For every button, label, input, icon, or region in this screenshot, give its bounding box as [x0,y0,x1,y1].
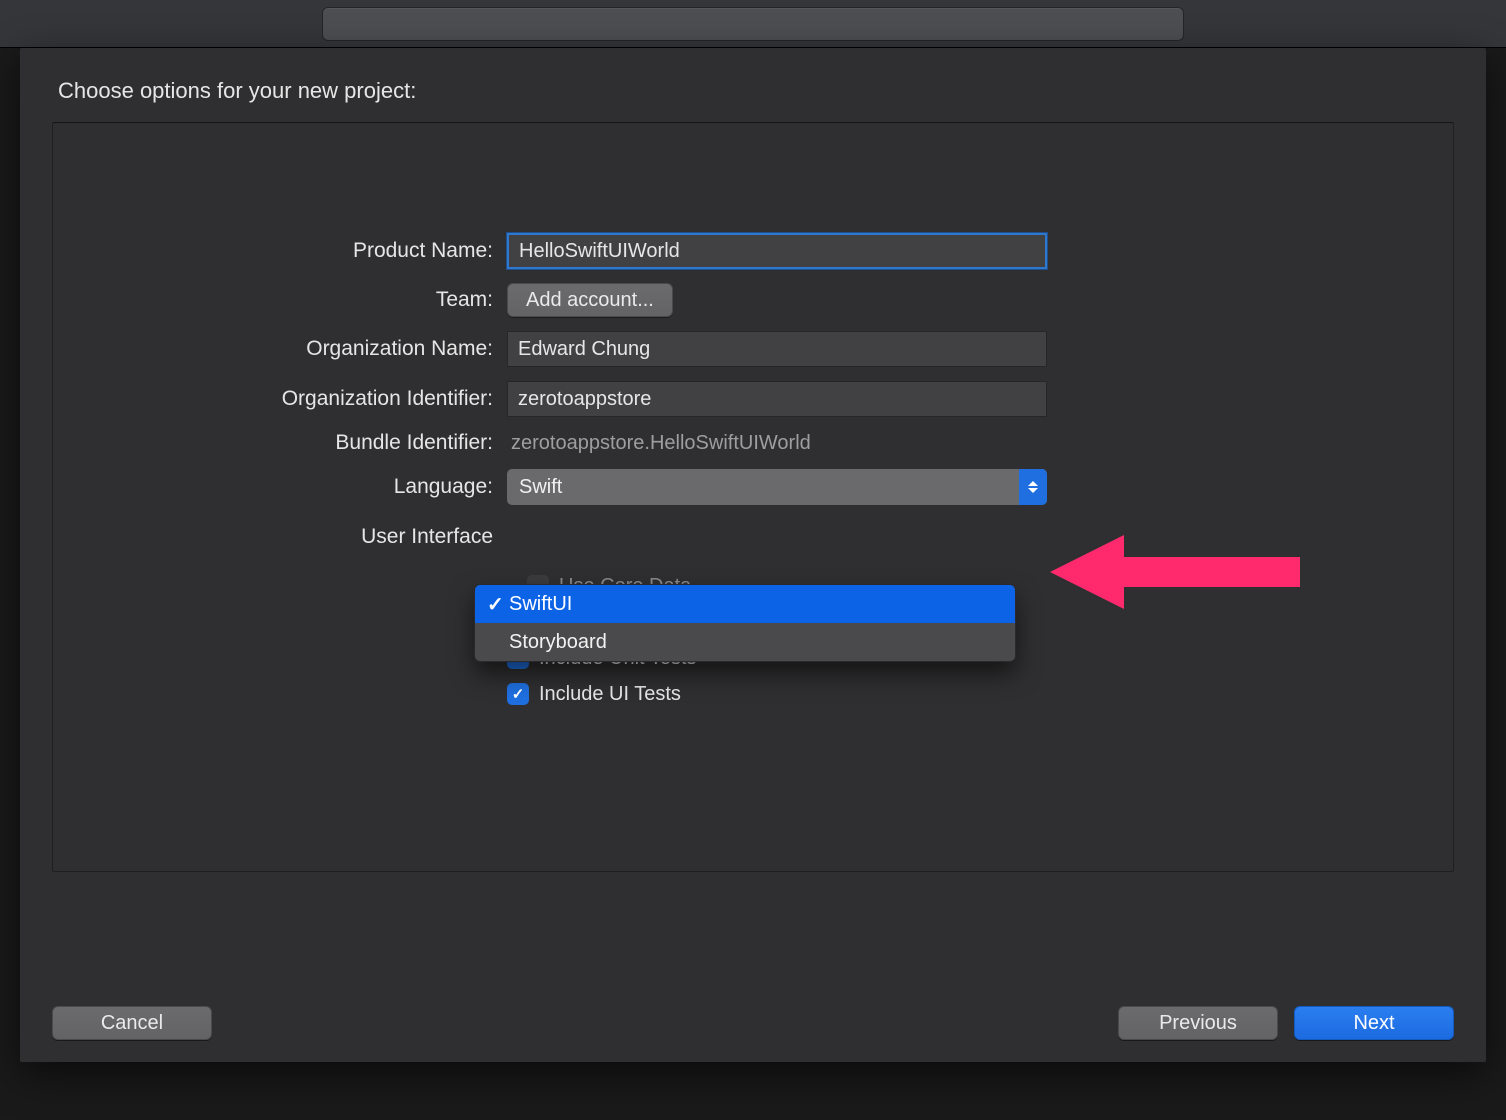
organization-name-input[interactable] [507,331,1047,367]
organization-identifier-label: Organization Identifier: [53,387,493,411]
dropdown-option-label: SwiftUI [509,593,572,616]
next-button[interactable]: Next [1294,1006,1454,1040]
dropdown-option-swiftui[interactable]: ✓ SwiftUI [475,585,1015,623]
previous-button[interactable]: Previous [1118,1006,1278,1040]
organization-name-label: Organization Name: [53,337,493,361]
cancel-button[interactable]: Cancel [52,1006,212,1040]
bundle-identifier-label: Bundle Identifier: [53,431,493,455]
language-select[interactable]: Swift [507,469,1047,505]
bundle-identifier-value: zerotoappstore.HelloSwiftUIWorld [507,432,1047,455]
product-name-input[interactable] [507,233,1047,269]
checkmark-icon: ✓ [487,592,503,617]
dropdown-option-label: Storyboard [509,631,607,654]
language-value: Swift [519,476,562,499]
user-interface-label: User Interface [53,525,493,549]
user-interface-dropdown[interactable]: ✓ SwiftUI Storyboard [474,584,1016,662]
select-stepper-icon [1019,469,1047,505]
options-frame: Product Name: Team: Add account... Organ… [52,122,1454,872]
team-cell: Add account... [507,283,1047,317]
product-name-label: Product Name: [53,239,493,263]
include-ui-tests-row[interactable]: ✓ Include UI Tests [507,679,1047,709]
new-project-options-dialog: Choose options for your new project: Pro… [20,48,1486,1062]
include-ui-tests-label: Include UI Tests [539,683,681,706]
window-titlebar [0,0,1506,48]
organization-identifier-input[interactable] [507,381,1047,417]
user-interface-select[interactable] [507,519,1047,555]
team-label: Team: [53,288,493,312]
toolbar-search-field[interactable] [323,8,1183,40]
add-account-button[interactable]: Add account... [507,283,673,317]
dropdown-option-storyboard[interactable]: Storyboard [475,623,1015,661]
include-ui-tests-checkbox[interactable]: ✓ [507,683,529,705]
dialog-button-row: Cancel Previous Next [52,1006,1454,1040]
language-label: Language: [53,475,493,499]
dialog-title: Choose options for your new project: [58,78,1454,104]
